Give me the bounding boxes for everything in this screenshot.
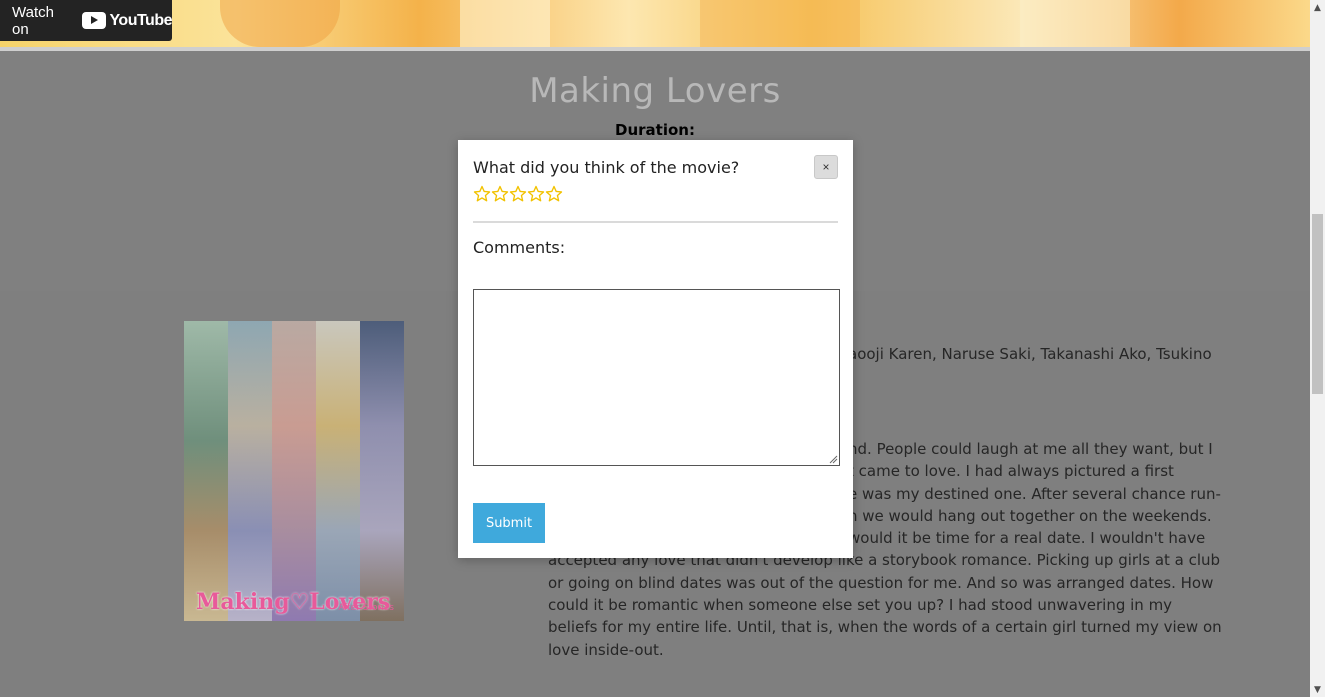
page-scrollbar[interactable]: ▲ ▼ (1310, 0, 1325, 697)
star-icon[interactable] (545, 185, 563, 203)
watch-on-label: Watch on (12, 3, 54, 38)
comments-textarea[interactable] (473, 289, 840, 466)
rating-modal: What did you think of the movie? × Comme… (458, 140, 853, 558)
submit-button[interactable]: Submit (473, 503, 545, 543)
star-icon[interactable] (527, 185, 545, 203)
poster-subtitle: After Stories (338, 603, 394, 613)
star-icon[interactable] (491, 185, 509, 203)
star-icon[interactable] (509, 185, 527, 203)
synopsis-line: beliefs for my entire life. Until, that … (548, 618, 1222, 637)
modal-divider (473, 221, 838, 223)
synopsis-line: love inside-out. (548, 640, 664, 659)
duration-label: Duration: (615, 121, 695, 139)
star-icon[interactable] (473, 185, 491, 203)
youtube-play-icon (82, 12, 107, 29)
scroll-down-arrow-icon[interactable]: ▼ (1310, 682, 1325, 697)
watch-on-youtube-button[interactable]: Watch on YouTube (0, 0, 172, 41)
video-banner[interactable]: Watch on YouTube (0, 0, 1310, 47)
cast-list: aooji Karen, Naruse Saki, Takanashi Ako,… (848, 345, 1212, 363)
modal-question: What did you think of the movie? (473, 158, 740, 177)
youtube-wordmark: YouTube (109, 11, 172, 29)
close-button[interactable]: × (814, 155, 838, 179)
star-rating[interactable] (473, 185, 563, 203)
scroll-thumb[interactable] (1312, 214, 1323, 394)
youtube-logo: YouTube (82, 12, 172, 30)
scroll-up-arrow-icon[interactable]: ▲ (1310, 0, 1325, 15)
synopsis-line: could it be romantic when someone else s… (548, 596, 1173, 615)
synopsis-line: or going on blind dates was out of the q… (548, 573, 1214, 592)
movie-title: Making Lovers (529, 71, 781, 111)
movie-poster: Making♡Lovers After Stories (184, 321, 404, 621)
comments-label: Comments: (473, 238, 566, 257)
